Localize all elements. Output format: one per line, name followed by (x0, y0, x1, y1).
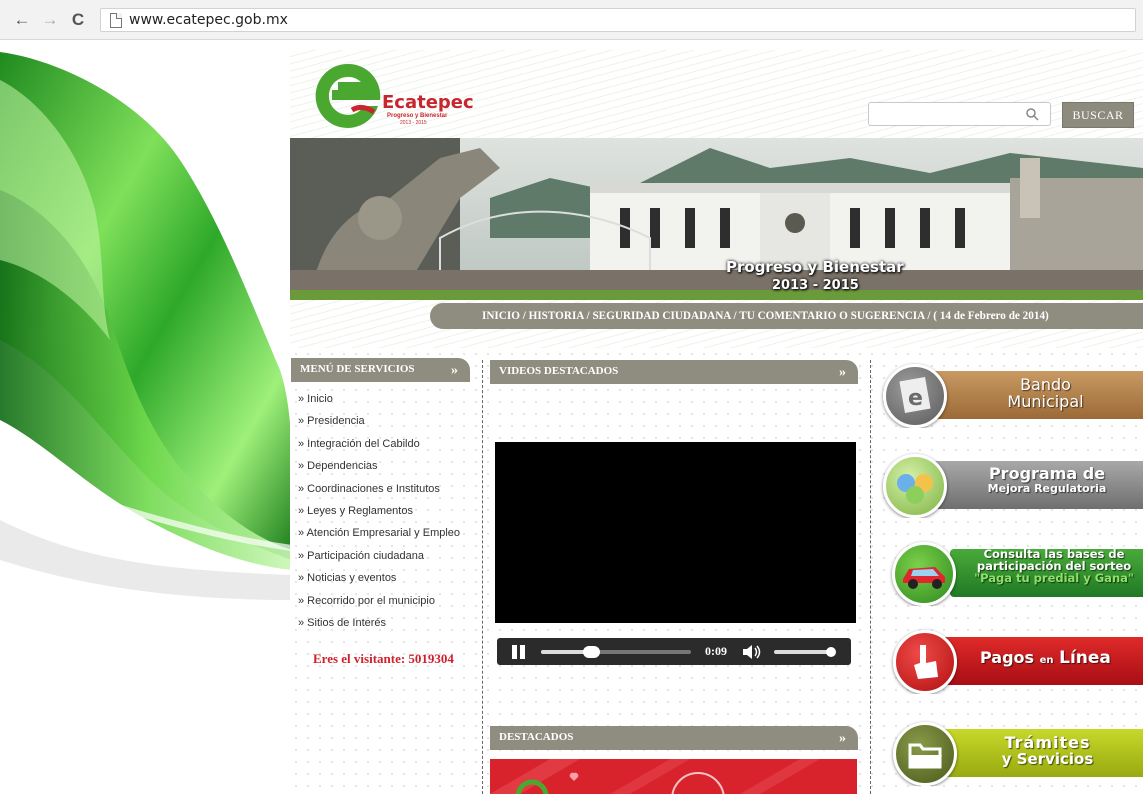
back-arrow-icon[interactable]: ← (12, 11, 32, 31)
address-bar[interactable]: www.ecatepec.gob.mx (100, 8, 1136, 32)
forward-arrow-icon[interactable]: → (40, 11, 60, 31)
tramites-label: Trámites y Servicios (985, 734, 1110, 768)
logo-years: 2013 - 2015 (400, 120, 427, 126)
svg-text:e: e (908, 386, 923, 411)
destacados-header: DESTACADOS » (490, 726, 858, 750)
seek-handle[interactable] (582, 646, 600, 658)
menu-item-coordinaciones[interactable]: » Coordinaciones e Institutos (298, 478, 460, 500)
pagos-en-linea-button[interactable]: Pagos en Línea (880, 628, 1143, 694)
browser-toolbar: ← → C www.ecatepec.gob.mx (0, 0, 1143, 40)
video-controls: 0:09 (497, 638, 851, 665)
reload-icon[interactable]: C (68, 11, 88, 31)
page-icon (110, 13, 122, 28)
menu-title: MENÚ DE SERVICIOS (300, 363, 415, 375)
search-button[interactable]: BUSCAR (1062, 102, 1134, 128)
videos-arrow-icon[interactable]: » (839, 362, 846, 384)
menu-header: MENÚ DE SERVICIOS » (291, 358, 470, 382)
seek-bar[interactable] (541, 646, 691, 658)
url-text: www.ecatepec.gob.mx (129, 12, 288, 28)
volume-slider[interactable] (774, 647, 836, 657)
bando-municipal-button[interactable]: e Bando Municipal (880, 362, 1143, 428)
tramites-servicios-button[interactable]: Trámites y Servicios (880, 720, 1143, 786)
banner-slogan: Progreso y Bienestar (726, 258, 904, 276)
sorteo-predial-button[interactable]: Consulta las bases de participación del … (880, 540, 1143, 606)
destacados-arrow-icon[interactable]: » (839, 728, 846, 750)
menu-item-atencion-empresarial[interactable]: » Atención Empresarial y Empleo (298, 522, 460, 544)
hero-banner: Progreso y Bienestar 2013 - 2015 (290, 138, 1143, 300)
programa-line2: Mejora Regulatoria (987, 481, 1107, 495)
banner-photo (290, 138, 1143, 300)
video-player[interactable] (495, 442, 856, 623)
menu-item-sitios[interactable]: » Sitios de Interés (298, 612, 460, 634)
sorteo-line3: "Paga tu predial y Gana" (974, 571, 1134, 586)
visitor-counter: Eres el visitante: 5019304 (313, 651, 454, 666)
search-icon[interactable] (1025, 107, 1039, 121)
search-input[interactable] (868, 102, 1051, 126)
pagos-en: en (1039, 655, 1054, 666)
volume-handle[interactable] (826, 647, 836, 657)
green-ribbon-decoration (0, 40, 292, 794)
menu-item-recorrido[interactable]: » Recorrido por el municipio (298, 590, 460, 612)
menu-item-participacion[interactable]: » Participación ciudadana (298, 545, 460, 567)
menu-item-cabildo[interactable]: » Integración del Cabildo (298, 433, 460, 455)
menu-item-leyes[interactable]: » Leyes y Reglamentos (298, 500, 460, 522)
featured-image[interactable] (490, 759, 857, 794)
car-icon (892, 542, 956, 606)
pointer-hand-icon (893, 630, 957, 694)
menu-item-presidencia[interactable]: » Presidencia (298, 410, 460, 432)
volume-icon[interactable] (742, 644, 762, 660)
video-time: 0:09 (705, 644, 727, 658)
sorteo-label: Consulta las bases de participación del … (965, 548, 1143, 584)
column-divider-left (482, 360, 483, 794)
pagos-word: Pagos (980, 648, 1035, 667)
programa-line1: Programa de (988, 464, 1106, 483)
tramites-line2: y Servicios (1001, 749, 1094, 768)
destacados-title: DESTACADOS (499, 731, 574, 743)
bando-line2: Municipal (1007, 391, 1084, 411)
folder-icon (893, 722, 957, 786)
menu-item-noticias[interactable]: » Noticias y eventos (298, 567, 460, 589)
pagos-label: Pagos en Línea (980, 648, 1143, 668)
top-navigation[interactable]: INICIO / HISTORIA / SEGURIDAD CIUDADANA … (430, 303, 1143, 329)
site-header: Ecatepec Progreso y Bienestar 2013 - 201… (290, 50, 1143, 140)
ecatepec-logo-icon[interactable] (312, 60, 384, 132)
programa-mejora-button[interactable]: Programa de Mejora Regulatoria (880, 452, 1143, 518)
menu-item-inicio[interactable]: » Inicio (298, 388, 460, 410)
logo-title: Ecatepec (382, 92, 474, 113)
menu-item-dependencias[interactable]: » Dependencias (298, 455, 460, 477)
videos-header: VIDEOS DESTACADOS » (490, 360, 858, 384)
services-menu: » Inicio » Presidencia » Integración del… (298, 388, 460, 634)
logo-tagline: Progreso y Bienestar (387, 113, 448, 119)
column-divider-right (870, 360, 871, 794)
document-e-icon: e (883, 364, 947, 428)
menu-arrow-icon[interactable]: » (451, 360, 458, 382)
programa-label: Programa de Mejora Regulatoria (972, 464, 1122, 495)
pagos-linea: Línea (1059, 648, 1111, 668)
bando-label: Bando Municipal (988, 376, 1103, 411)
videos-title: VIDEOS DESTACADOS (499, 365, 619, 377)
navbar-area: INICIO / HISTORIA / SEGURIDAD CIUDADANA … (290, 300, 1143, 348)
banner-years: 2013 - 2015 (772, 278, 859, 293)
people-icon (883, 454, 947, 518)
pause-icon[interactable] (512, 645, 526, 659)
